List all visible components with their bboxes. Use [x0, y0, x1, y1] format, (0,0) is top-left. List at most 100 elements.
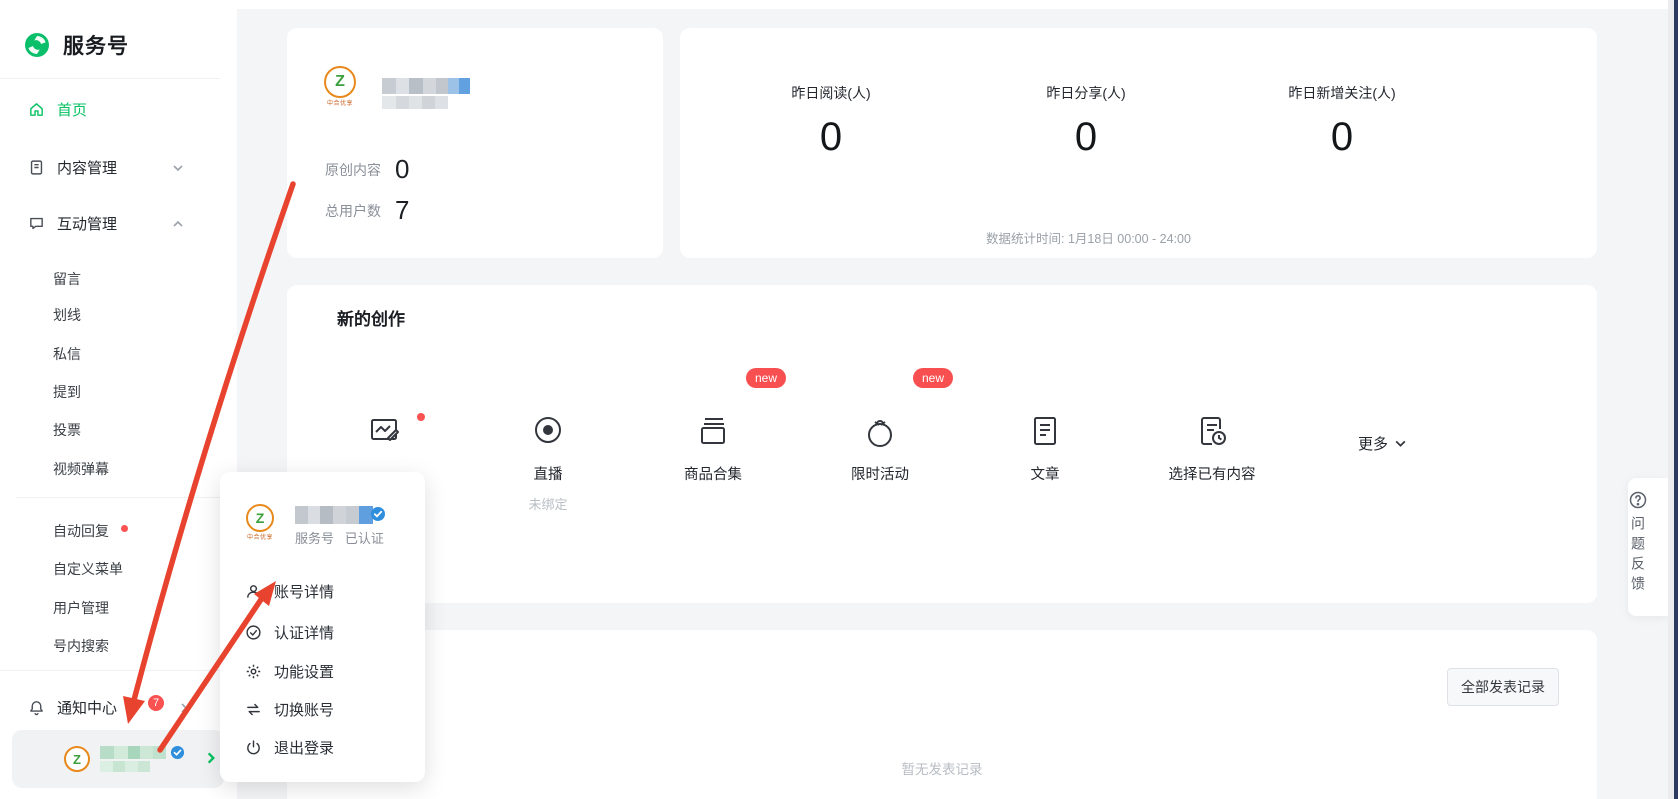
sidebar-account-switcher[interactable]: Z [12, 730, 224, 788]
stat-value: 0 [721, 115, 941, 160]
account-name-blurred [382, 78, 470, 94]
new-badge: new [746, 368, 786, 388]
document-icon [28, 159, 45, 176]
creation-item-sublabel: 未绑定 [478, 494, 618, 513]
sidebar-divider [16, 497, 220, 498]
notification-count-badge: 7 [148, 695, 164, 711]
app-title: 服务号 [63, 30, 129, 60]
sidebar-item-custom-menu[interactable]: 自定义菜单 [53, 559, 123, 579]
sidebar-divider [0, 78, 220, 79]
creation-item-image[interactable] [315, 415, 455, 449]
live-icon [478, 415, 618, 449]
gear-icon [245, 663, 262, 680]
stat-new-followers: 昨日新增关注(人) 0 [1232, 83, 1452, 160]
popup-account-type: 服务号 已认证 [295, 528, 384, 547]
account-summary-card: Z 中合优享 原创内容 0 总用户数 7 [287, 28, 663, 258]
home-icon [28, 101, 45, 118]
sidebar-item-video-danmu[interactable]: 视频弹幕 [53, 459, 109, 479]
stat-value: 0 [976, 115, 1196, 160]
creation-item-limited-activity[interactable]: 限时活动 new [810, 415, 950, 484]
sidebar-item-user-mgmt[interactable]: 用户管理 [53, 598, 109, 618]
popup-account-name-blurred [295, 506, 373, 524]
account-name-blurred [382, 96, 448, 109]
service-account-logo-icon [24, 32, 50, 58]
more-button[interactable]: 更多 [1358, 433, 1407, 454]
stat-label: 原创内容 [325, 162, 381, 178]
sidebar-item-account-search[interactable]: 号内搜索 [53, 636, 109, 656]
avatar-caption: 中合优享 [324, 98, 356, 107]
yesterday-stats-card: 昨日阅读(人) 0 昨日分享(人) 0 昨日新增关注(人) 0 数据统计时间: … [680, 28, 1597, 258]
bell-icon [28, 699, 45, 716]
stat-label: 昨日阅读(人) [721, 83, 941, 103]
app-logo-row: 服务号 [24, 30, 129, 60]
creation-item-label: 选择已有内容 [1142, 463, 1282, 484]
verified-badge-icon [170, 745, 185, 760]
sidebar-item-auto-reply[interactable]: 自动回复 [53, 521, 109, 541]
popup-item-label: 退出登录 [274, 737, 334, 758]
creation-item-live[interactable]: 直播 未绑定 [478, 415, 618, 513]
creation-item-existing-content[interactable]: 选择已有内容 [1142, 415, 1282, 484]
sidebar-item-interact-mgmt[interactable]: 互动管理 [28, 213, 117, 234]
question-mark-icon [1628, 490, 1668, 510]
user-icon [245, 583, 262, 600]
creation-item-label: 直播 [478, 463, 618, 484]
new-creation-card: 新的创作 直播 未绑定 [287, 285, 1597, 603]
notification-dot [121, 525, 128, 532]
section-title: 新的创作 [337, 305, 405, 330]
stat-share: 昨日分享(人) 0 [976, 83, 1196, 160]
power-icon [245, 739, 262, 756]
sidebar-item-mentions[interactable]: 提到 [53, 382, 81, 402]
stat-value: 7 [395, 195, 409, 226]
image-edit-icon [315, 415, 455, 449]
chevron-down-icon [1394, 437, 1407, 450]
chevron-up-icon [172, 218, 184, 230]
empty-records-text: 暂无发表记录 [287, 758, 1597, 778]
popup-item-label: 功能设置 [274, 661, 334, 682]
creation-item-product-collection[interactable]: 商品合集 new [643, 415, 783, 484]
sidebar-item-label: 首页 [57, 99, 87, 120]
sidebar: 服务号 首页 内容管理 [0, 0, 237, 799]
sidebar-item-votes[interactable]: 投票 [53, 420, 81, 440]
timed-activity-icon [810, 415, 950, 449]
chevron-right-icon [204, 751, 218, 765]
account-avatar: Z [64, 746, 90, 772]
account-type-label: 服务号 [295, 531, 334, 546]
popup-item-account-details[interactable]: 账号详情 [245, 581, 334, 602]
creation-item-label: 文章 [975, 463, 1115, 484]
verified-badge-icon [370, 506, 386, 522]
sidebar-item-underline[interactable]: 划线 [53, 305, 81, 325]
creation-item-article[interactable]: 文章 [975, 415, 1115, 484]
sidebar-item-notification-center[interactable]: 通知中心 7 [28, 697, 117, 718]
popup-item-logout[interactable]: 退出登录 [245, 737, 334, 758]
stats-time-caption: 数据统计时间: 1月18日 00:00 - 24:00 [630, 228, 1547, 247]
stat-label: 昨日分享(人) [976, 83, 1196, 103]
sidebar-item-label: 内容管理 [57, 157, 117, 178]
popup-item-label: 切换账号 [274, 699, 334, 720]
publish-records-card: 全部发表记录 暂无发表记录 [287, 630, 1597, 799]
sidebar-item-home[interactable]: 首页 [28, 99, 87, 120]
document-history-icon [1142, 415, 1282, 449]
sidebar-item-label: 通知中心 [57, 697, 117, 718]
new-badge: new [913, 368, 953, 388]
stat-label: 总用户数 [325, 203, 381, 219]
verified-label: 已认证 [345, 531, 384, 546]
all-publish-records-button[interactable]: 全部发表记录 [1447, 668, 1559, 706]
popup-item-label: 账号详情 [274, 581, 334, 602]
notification-dot [417, 413, 425, 421]
sidebar-item-content-mgmt[interactable]: 内容管理 [28, 157, 117, 178]
stat-value: 0 [1232, 115, 1452, 160]
creation-item-label: 商品合集 [643, 463, 783, 484]
popup-item-feature-settings[interactable]: 功能设置 [245, 661, 334, 682]
popup-item-label: 认证详情 [274, 622, 334, 643]
account-name-blurred [100, 761, 150, 772]
feedback-tab[interactable]: 问题反馈 [1628, 478, 1668, 616]
stat-read: 昨日阅读(人) 0 [721, 83, 941, 160]
account-name-blurred [100, 746, 166, 759]
popup-item-verification-details[interactable]: 认证详情 [245, 622, 334, 643]
check-circle-icon [245, 624, 262, 641]
sidebar-item-messages[interactable]: 留言 [53, 269, 81, 289]
sidebar-item-private-msg[interactable]: 私信 [53, 344, 81, 364]
popup-item-switch-account[interactable]: 切换账号 [245, 699, 334, 720]
sidebar-item-label: 互动管理 [57, 213, 117, 234]
wechat-official-account-dashboard: 服务号 首页 内容管理 [0, 0, 1678, 799]
